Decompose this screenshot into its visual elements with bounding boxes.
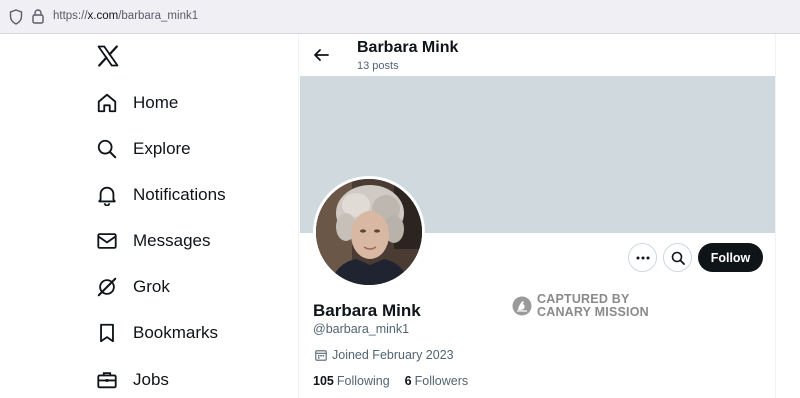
canary-mission-watermark: CAPTURED BY CANARY MISSION	[512, 293, 649, 319]
sidebar-item-messages[interactable]: Messages	[96, 226, 210, 256]
sidebar-item-bookmarks[interactable]: Bookmarks	[96, 318, 218, 348]
scrollbar[interactable]	[776, 34, 800, 398]
followers-link[interactable]: 6 Followers	[405, 374, 468, 388]
url-path: /barbara_mink1	[118, 10, 199, 22]
canary-bird-icon	[512, 296, 532, 316]
url-scheme: https://	[53, 10, 88, 22]
joined-date: Joined February 2023	[315, 348, 454, 362]
sidebar-item-grok[interactable]: Grok	[96, 272, 170, 302]
calendar-icon	[315, 350, 327, 361]
sidebar-item-label: Bookmarks	[133, 323, 219, 342]
followers-count: 6	[404, 374, 412, 388]
more-icon	[636, 256, 649, 259]
shield-icon[interactable]	[9, 9, 23, 25]
address-field[interactable]: https://x.com/barbara_mink1	[53, 10, 198, 22]
profile-name: Barbara Mink	[313, 301, 421, 320]
sidebar-item-label: Explore	[133, 139, 191, 158]
envelope-icon	[97, 233, 117, 249]
browser-url-bar: https://x.com/barbara_mink1	[0, 0, 800, 34]
back-arrow-icon[interactable]	[312, 46, 330, 64]
header-title: Barbara Mink	[357, 39, 459, 56]
search-icon	[97, 139, 117, 159]
joined-label: Joined February 2023	[332, 348, 454, 362]
x-logo-icon[interactable]	[96, 44, 120, 68]
profile-handle: @barbara_mink1	[313, 322, 410, 336]
bell-icon	[98, 186, 116, 206]
url-host: x.com	[87, 10, 119, 22]
search-profile-button[interactable]	[663, 243, 692, 272]
home-icon	[97, 93, 117, 113]
search-icon	[671, 251, 685, 265]
sidebar-item-label: Jobs	[133, 370, 169, 389]
briefcase-icon	[97, 372, 117, 389]
following-link[interactable]: 105 Following	[313, 374, 390, 388]
sidebar-item-notifications[interactable]: Notifications	[96, 180, 226, 210]
sidebar-item-jobs[interactable]: Jobs	[96, 365, 169, 395]
bookmark-icon	[100, 323, 114, 343]
following-label: Following	[336, 374, 390, 388]
profile-column: Barbara Mink 13 posts Follow Barbara Min…	[298, 34, 776, 398]
lock-icon[interactable]	[32, 9, 44, 24]
grok-icon	[97, 277, 117, 297]
follow-stats: 105 Following 6 Followers	[313, 374, 483, 388]
sidebar-nav: Home Explore Notifications Messages Grok…	[0, 34, 298, 398]
sidebar-item-home[interactable]: Home	[96, 88, 178, 118]
post-count: 13 posts	[357, 60, 399, 72]
more-options-button[interactable]	[628, 243, 657, 272]
avatar[interactable]	[313, 176, 425, 288]
sidebar-item-label: Notifications	[133, 185, 226, 204]
sidebar-item-label: Home	[133, 93, 179, 112]
watermark-line-2: CANARY MISSION	[537, 305, 649, 319]
sidebar-item-explore[interactable]: Explore	[96, 134, 191, 164]
sidebar-item-label: Grok	[133, 277, 170, 296]
following-count: 105	[313, 374, 334, 388]
sidebar-item-label: Messages	[133, 231, 211, 250]
follow-button[interactable]: Follow	[698, 243, 763, 272]
followers-label: Followers	[414, 374, 469, 388]
